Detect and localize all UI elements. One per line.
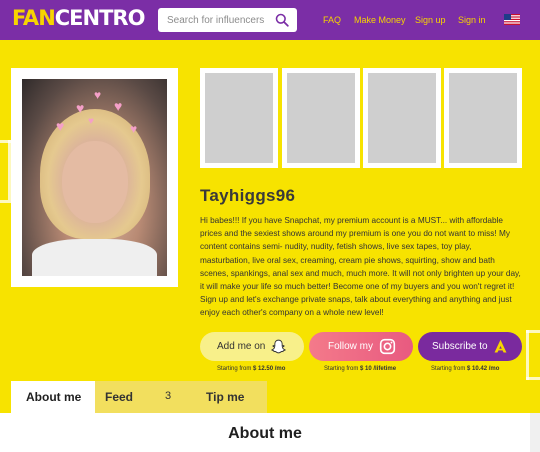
instagram-button[interactable]: Follow my xyxy=(309,332,413,361)
heart-icon: ♥ xyxy=(76,100,85,116)
thumbnail-placeholder xyxy=(205,73,273,163)
search-box xyxy=(158,8,297,32)
scrollbar[interactable] xyxy=(530,413,540,452)
instagram-icon xyxy=(379,338,396,355)
avatar-photo: ♥ ♥ ♥ ♥ ♥ ♥ xyxy=(22,79,167,276)
subscribe-button[interactable]: Subscribe to xyxy=(418,332,522,361)
subscribe-button-label: Subscribe to xyxy=(432,341,488,352)
instagram-price: Starting from $ 10 /lifetime xyxy=(324,366,397,372)
snapchat-button-label: Add me on xyxy=(217,341,266,352)
us-flag-icon[interactable] xyxy=(504,14,520,25)
about-section: About me xyxy=(0,413,540,452)
avatar-shirt xyxy=(32,239,157,276)
thumbnail-placeholder xyxy=(287,73,355,163)
thumbnail-placeholder xyxy=(368,73,436,163)
nav-faq[interactable]: FAQ xyxy=(323,15,341,25)
gallery-thumbnail[interactable] xyxy=(282,68,360,168)
heart-icon: ♥ xyxy=(88,116,94,127)
snapchat-price: Starting from $ 12.50 /mo xyxy=(217,366,286,372)
heart-icon: ♥ xyxy=(94,88,102,102)
section-title: About me xyxy=(228,425,302,442)
gallery-thumbnail[interactable] xyxy=(363,68,441,168)
nav-sign-in[interactable]: Sign in xyxy=(458,15,486,25)
nav-sign-up[interactable]: Sign up xyxy=(415,15,446,25)
snapchat-icon xyxy=(271,339,286,354)
snapchat-button[interactable]: Add me on xyxy=(200,332,304,361)
search-input[interactable] xyxy=(158,8,266,32)
profile-bio: Hi babes!!! If you have Snapchat, my pre… xyxy=(200,216,521,318)
heart-icon: ♥ xyxy=(114,98,123,114)
subscribe-price: Starting from $ 10.42 /mo xyxy=(431,366,500,372)
gallery-thumbnail[interactable] xyxy=(444,68,522,168)
profile-username: Tayhiggs96 xyxy=(200,186,296,205)
search-icon[interactable] xyxy=(275,13,289,27)
tab-about-me[interactable]: About me xyxy=(11,381,95,413)
fancentro-icon xyxy=(494,339,507,353)
profile-avatar[interactable]: ♥ ♥ ♥ ♥ ♥ ♥ xyxy=(11,68,178,287)
instagram-button-label: Follow my xyxy=(328,341,374,352)
thumbnail-placeholder xyxy=(449,73,517,163)
header: FANCENTRO FAQ Make Money Sign up Sign in xyxy=(0,0,540,40)
heart-icon: ♥ xyxy=(56,118,65,134)
tab-tip-me[interactable]: Tip me xyxy=(185,381,267,413)
profile-tabs: About me Feed Tip me xyxy=(0,381,540,413)
gallery-thumbnail[interactable] xyxy=(200,68,278,168)
background-decoration xyxy=(0,200,11,203)
tab-feed[interactable]: Feed xyxy=(95,381,185,413)
background-decoration xyxy=(526,330,529,380)
background-decoration xyxy=(526,377,540,380)
nav-make-money[interactable]: Make Money xyxy=(354,15,406,25)
heart-icon: ♥ xyxy=(130,122,138,136)
avatar-face xyxy=(62,141,128,223)
feed-count: 3 xyxy=(165,390,172,402)
fancentro-logo[interactable]: FANCENTRO xyxy=(12,6,145,30)
